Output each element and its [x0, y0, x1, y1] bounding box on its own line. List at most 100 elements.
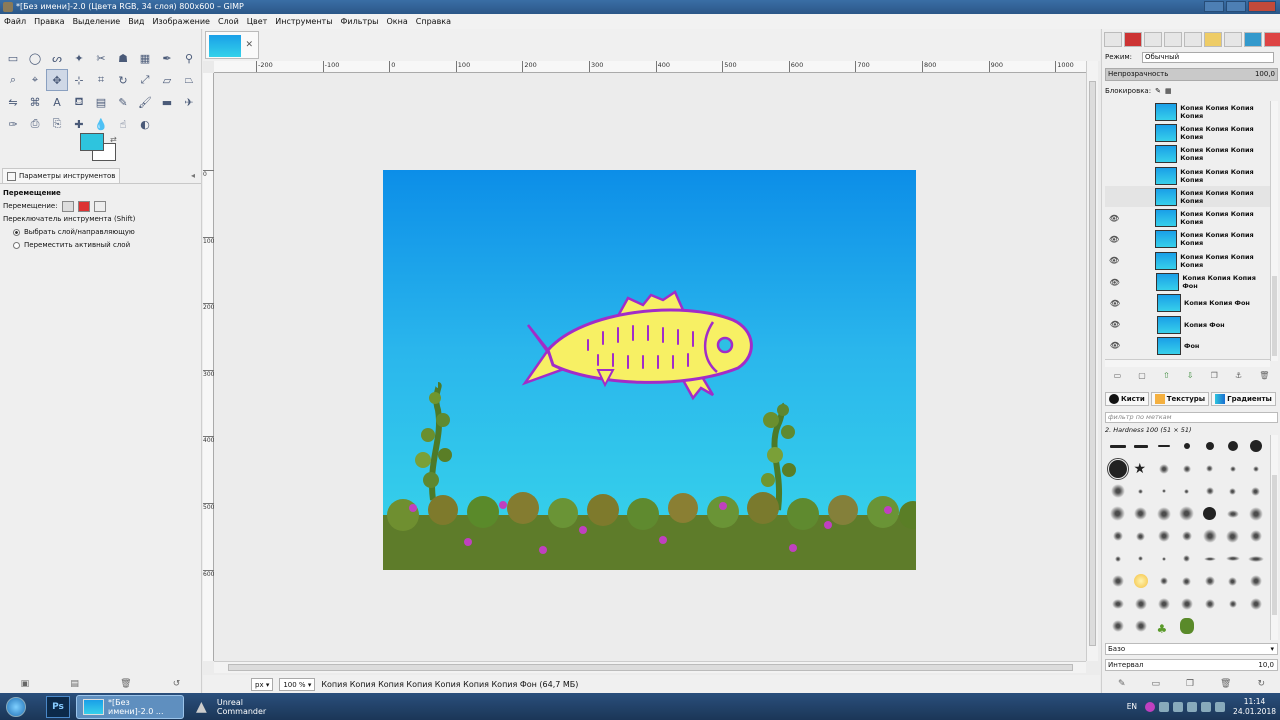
layer-row[interactable]: Копия Копия Копия Копия — [1105, 101, 1270, 122]
layer-row[interactable]: 👁 Копия Копия Копия Копия — [1105, 229, 1270, 250]
brush-preset[interactable] — [1152, 458, 1175, 481]
layers-scrollbar[interactable] — [1270, 101, 1278, 361]
layer-row[interactable]: Копия Копия Копия Копия — [1105, 144, 1270, 165]
brush-preset[interactable] — [1244, 593, 1267, 616]
brush-preset[interactable] — [1175, 480, 1198, 503]
text-tool-icon[interactable]: A — [46, 91, 68, 113]
menu-item[interactable]: Правка — [34, 17, 64, 26]
start-button[interactable] — [0, 693, 32, 720]
brush-preset[interactable] — [1152, 525, 1175, 548]
tab-images-icon[interactable] — [1224, 32, 1242, 47]
layers-scroll-thumb[interactable] — [1272, 276, 1277, 356]
brush-preset[interactable] — [1175, 615, 1198, 638]
ink-tool-icon[interactable]: ✑ — [2, 113, 24, 135]
horizontal-scroll-thumb[interactable] — [228, 664, 1073, 671]
brush-preset[interactable] — [1244, 525, 1267, 548]
brush-preset[interactable] — [1106, 503, 1129, 526]
visibility-eye-icon[interactable]: 👁 — [1105, 235, 1123, 244]
brush-preset[interactable] — [1198, 525, 1221, 548]
tab-patterns-icon[interactable] — [1204, 32, 1222, 47]
tab-history-icon[interactable] — [1184, 32, 1202, 47]
brush-preset[interactable] — [1106, 570, 1129, 593]
horizontal-ruler[interactable]: -200 -100 0 100 200 300 400 500 600 700 800 900 1000 — [214, 61, 1086, 73]
mode-select[interactable]: Обычный — [1142, 52, 1274, 63]
blend-tool-icon[interactable]: ▤ — [90, 91, 112, 113]
visibility-eye-icon[interactable]: 👁 — [1105, 299, 1125, 308]
tab-gradients[interactable]: Градиенты — [1211, 392, 1276, 406]
shear-tool-icon[interactable]: ▱ — [156, 69, 178, 91]
brush-preset[interactable] — [1152, 570, 1175, 593]
duplicate-layer-icon[interactable]: ❐ — [1211, 371, 1218, 385]
brush-preset[interactable] — [1175, 458, 1198, 481]
zoom-tool-icon[interactable]: ⌕ — [2, 69, 24, 91]
brush-preset[interactable] — [1175, 593, 1198, 616]
pick-layer-option[interactable]: Выбрать слой/направляющую — [3, 226, 198, 239]
cage-tool-icon[interactable]: ⌘ — [24, 91, 46, 113]
brush-preset[interactable] — [1221, 435, 1244, 458]
image-tab[interactable]: ✕ — [205, 31, 259, 59]
brush-preset[interactable] — [1106, 435, 1129, 458]
brush-preset[interactable] — [1129, 525, 1152, 548]
layer-row[interactable]: Копия Копия Копия Копия — [1105, 186, 1270, 208]
network-icon[interactable] — [1201, 701, 1212, 712]
horizontal-scrollbar[interactable] — [214, 661, 1086, 673]
rotate-tool-icon[interactable]: ↻ — [112, 69, 134, 91]
visibility-eye-icon[interactable]: 👁 — [1105, 256, 1123, 265]
tab-tool-options[interactable]: Параметры инструментов — [2, 168, 121, 183]
brush-scroll-thumb[interactable] — [1272, 475, 1277, 615]
tray-app-icon[interactable] — [1159, 701, 1170, 712]
brush-preset[interactable] — [1175, 435, 1198, 458]
tab-close-icon[interactable] — [1264, 32, 1280, 47]
foreground-select-tool-icon[interactable]: ☗ — [112, 47, 134, 69]
eraser-tool-icon[interactable]: ▬ — [156, 91, 178, 113]
blur-tool-icon[interactable]: 💧 — [90, 113, 112, 135]
move-tool-icon[interactable]: ✥ — [46, 69, 68, 91]
layer-row[interactable]: 👁 Копия Копия Копия Копия — [1105, 207, 1270, 228]
new-layer-group-icon[interactable]: ▢ — [1138, 371, 1146, 385]
brush-preset[interactable] — [1129, 570, 1152, 593]
brush-preset[interactable] — [1129, 615, 1152, 638]
brush-preset[interactable] — [1198, 570, 1221, 593]
brush-preset[interactable]: ★ — [1129, 458, 1152, 481]
panel-menu-icon[interactable]: ◂ — [191, 171, 195, 180]
brush-preset[interactable] — [1152, 480, 1175, 503]
menu-item[interactable]: Инструменты — [275, 17, 332, 26]
brush-preset[interactable] — [1221, 525, 1244, 548]
brush-preset[interactable] — [1221, 503, 1244, 526]
flip-tool-icon[interactable]: ⇋ — [2, 91, 24, 113]
recording-icon[interactable] — [1145, 701, 1156, 712]
move-active-layer-option[interactable]: Переместить активный слой — [3, 239, 198, 252]
visibility-eye-icon[interactable]: 👁 — [1105, 320, 1125, 329]
brush-preset[interactable] — [1129, 480, 1152, 503]
brush-preset[interactable] — [1221, 593, 1244, 616]
spacing-slider[interactable]: Интервал 10,0 — [1105, 659, 1278, 671]
visibility-eye-icon[interactable]: 👁 — [1105, 214, 1123, 223]
maximize-button[interactable] — [1226, 1, 1246, 12]
measure-tool-icon[interactable]: ⌖ — [24, 69, 46, 91]
layer-row[interactable]: 👁 Копия Копия Фон — [1105, 293, 1270, 314]
brush-preset[interactable] — [1129, 435, 1152, 458]
tab-channels-icon[interactable] — [1124, 32, 1142, 47]
brush-preset[interactable] — [1244, 480, 1267, 503]
menu-item[interactable]: Справка — [416, 17, 451, 26]
tray-app-icon[interactable] — [1187, 701, 1198, 712]
pencil-tool-icon[interactable]: ✎ — [112, 91, 134, 113]
menu-item[interactable]: Слой — [218, 17, 239, 26]
anchor-layer-icon[interactable]: ⚓ — [1235, 371, 1242, 385]
brush-preset[interactable] — [1198, 593, 1221, 616]
brush-preset[interactable] — [1152, 503, 1175, 526]
visibility-eye-icon[interactable]: 👁 — [1105, 341, 1125, 350]
brush-preset[interactable] — [1175, 525, 1198, 548]
brush-preset[interactable] — [1244, 548, 1267, 571]
menu-item[interactable]: Файл — [4, 17, 26, 26]
paintbrush-tool-icon[interactable]: 🖌 — [134, 91, 156, 113]
brush-preset[interactable] — [1129, 548, 1152, 571]
free-select-tool-icon[interactable]: ᔕ — [46, 47, 68, 69]
lock-alpha-icon[interactable]: ▦ — [1165, 87, 1172, 95]
image-canvas[interactable] — [383, 170, 916, 570]
layer-row[interactable]: 👁 Фон — [1105, 335, 1270, 356]
smudge-tool-icon[interactable]: ☝ — [112, 113, 134, 135]
fuzzy-select-tool-icon[interactable]: ✦ — [68, 47, 90, 69]
brush-preset[interactable] — [1198, 435, 1221, 458]
refresh-brushes-icon[interactable]: ↻ — [1257, 679, 1265, 693]
